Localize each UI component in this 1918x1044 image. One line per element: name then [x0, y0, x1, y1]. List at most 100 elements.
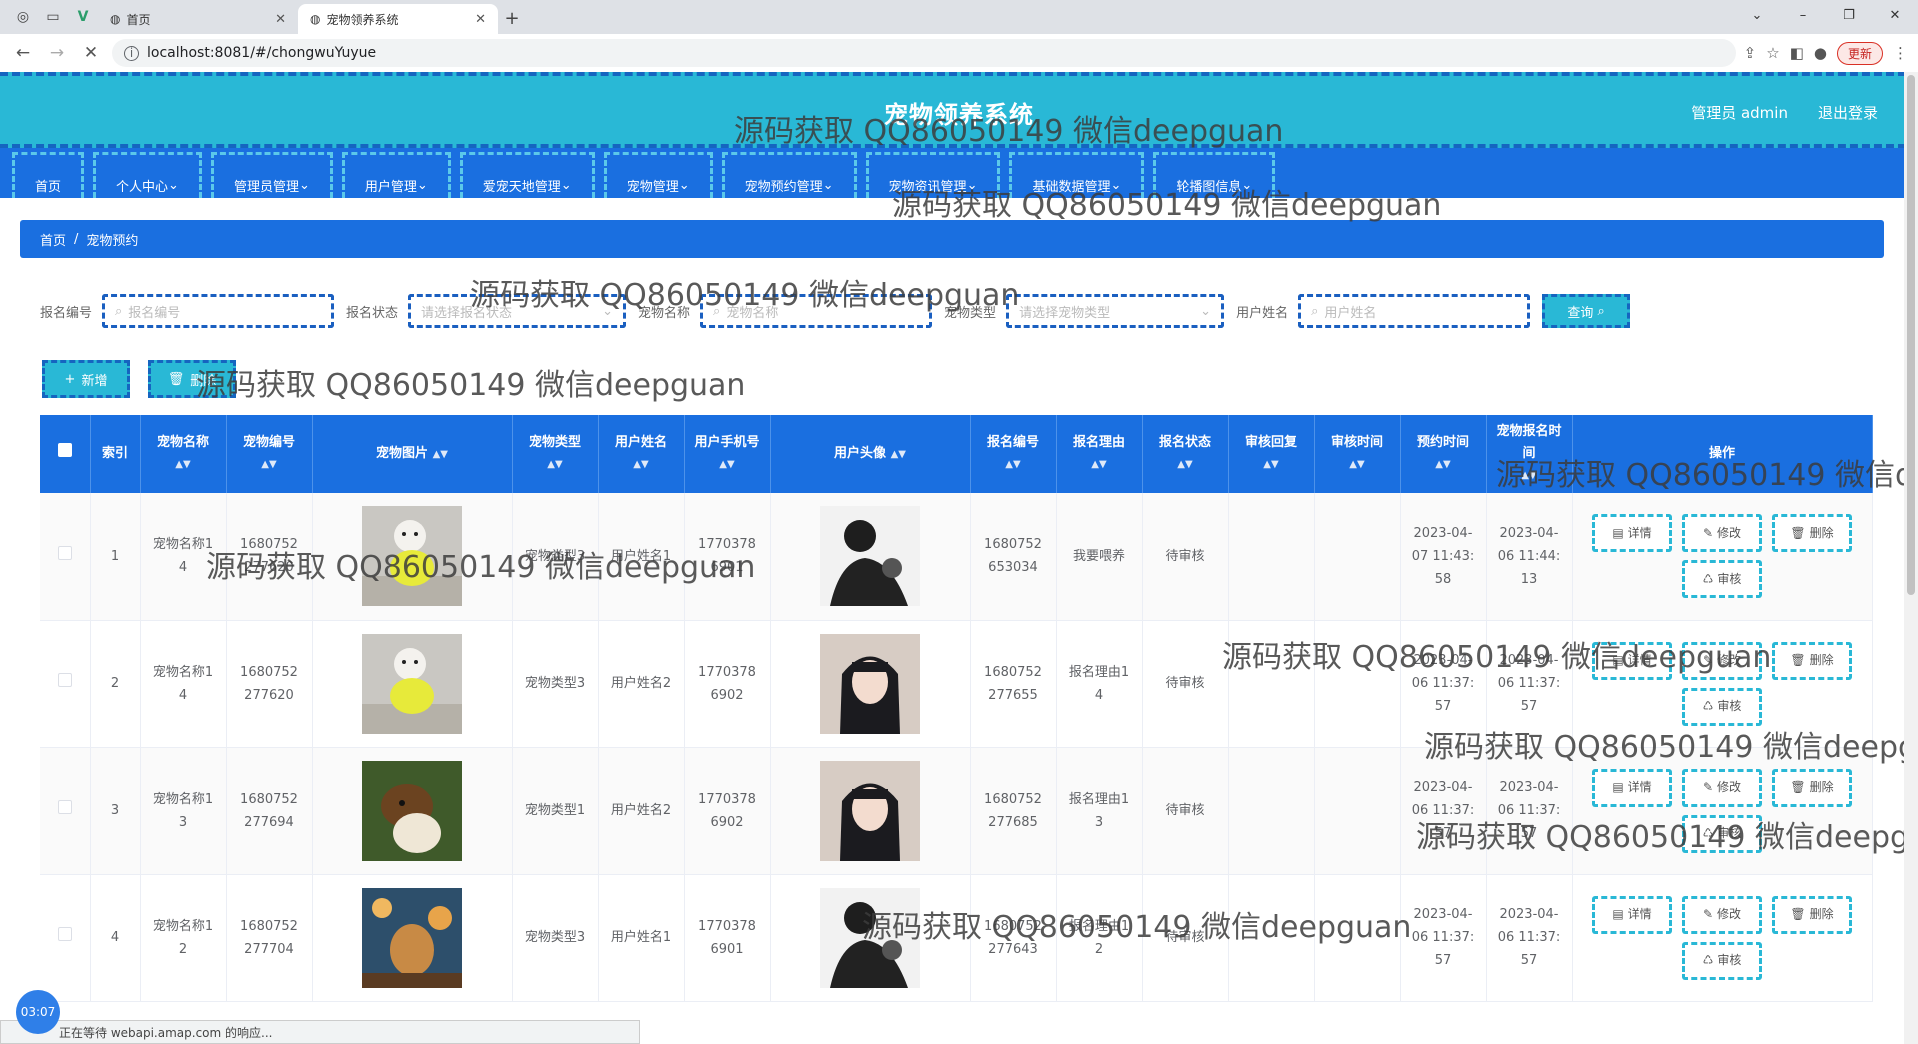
- select-all-checkbox[interactable]: [57, 443, 72, 457]
- white-dog-photo[interactable]: [362, 506, 462, 607]
- column-header[interactable]: 宠物图片 ▲▼: [312, 415, 513, 493]
- audit-button[interactable]: ♺ 审核: [1682, 560, 1762, 599]
- sort-icon[interactable]: ▲▼: [605, 454, 678, 476]
- girl-avatar[interactable]: [820, 633, 920, 734]
- column-header[interactable]: 用户姓名 ▲▼: [598, 415, 685, 493]
- sort-icon[interactable]: ▲▼: [1235, 454, 1308, 476]
- browser-icon[interactable]: ◎: [10, 4, 36, 30]
- sort-icon[interactable]: ▲▼: [519, 454, 592, 476]
- sort-icon[interactable]: ▲▼: [1321, 454, 1394, 476]
- close-icon[interactable]: ✕: [475, 12, 486, 27]
- man-avatar[interactable]: [820, 506, 920, 607]
- pet-type-select[interactable]: 请选择宠物类型 ⌄: [1006, 294, 1225, 328]
- vue-icon[interactable]: V: [70, 4, 96, 30]
- column-header[interactable]: 宠物报名时间 ▲▼: [1486, 415, 1573, 493]
- url-field[interactable]: i localhost:8081/#/chongwuYuyue: [112, 39, 1736, 67]
- new-tab-icon[interactable]: +: [498, 4, 526, 32]
- row-select[interactable]: [40, 493, 91, 621]
- column-header[interactable]: 宠物名称 ▲▼: [140, 415, 227, 493]
- detail-button[interactable]: ▤ 详情: [1592, 895, 1672, 934]
- profile-icon[interactable]: ●: [1814, 44, 1827, 62]
- row-select[interactable]: [40, 620, 91, 748]
- edit-button[interactable]: ✎ 修改: [1682, 895, 1762, 934]
- more-icon[interactable]: ⋮: [1893, 44, 1908, 62]
- collie-dog-photo[interactable]: [362, 760, 462, 861]
- column-header[interactable]: 审核时间 ▲▼: [1314, 415, 1401, 493]
- logout-link[interactable]: 退出登录: [1818, 102, 1878, 123]
- browser-tab-1[interactable]: ◍ 首页 ✕: [98, 4, 298, 34]
- row-select[interactable]: [40, 874, 91, 1002]
- info-icon[interactable]: i: [124, 45, 139, 61]
- column-header[interactable]: 预约时间 ▲▼: [1400, 415, 1487, 493]
- menu-base-data[interactable]: 基础数据管理 ⌄: [1009, 152, 1145, 198]
- close-window-icon[interactable]: ✕: [1872, 0, 1918, 30]
- edit-button[interactable]: ✎ 修改: [1682, 641, 1762, 680]
- sort-icon[interactable]: ▲▼: [1407, 454, 1480, 476]
- menu-pet-world[interactable]: 爱宠天地管理 ⌄: [459, 152, 595, 198]
- sort-icon[interactable]: ▲▼: [691, 454, 764, 476]
- column-header[interactable]: 宠物编号 ▲▼: [226, 415, 313, 493]
- share-icon[interactable]: ⇪: [1744, 44, 1757, 62]
- sort-icon[interactable]: ▲▼: [433, 449, 448, 460]
- menu-pet[interactable]: 宠物管理 ⌄: [603, 152, 713, 198]
- star-icon[interactable]: ☆: [1766, 44, 1779, 62]
- breadcrumb-home[interactable]: 首页: [40, 230, 66, 249]
- user-name-input[interactable]: ⌕ 用户姓名: [1298, 294, 1531, 328]
- edit-button[interactable]: ✎ 修改: [1682, 514, 1762, 553]
- apply-no-input[interactable]: ⌕ 报名编号: [102, 294, 335, 328]
- detail-button[interactable]: ▤ 详情: [1592, 768, 1672, 807]
- scrollbar-thumb[interactable]: [1907, 75, 1915, 595]
- sort-icon[interactable]: ▲▼: [1493, 465, 1566, 487]
- menu-home[interactable]: 首页: [12, 152, 85, 198]
- column-header[interactable]: 报名理由 ▲▼: [1056, 415, 1143, 493]
- edit-button[interactable]: ✎ 修改: [1682, 768, 1762, 807]
- stop-icon[interactable]: ✕: [78, 40, 104, 66]
- back-icon[interactable]: ←: [10, 40, 36, 66]
- forward-icon[interactable]: →: [44, 40, 70, 66]
- close-icon[interactable]: ✕: [275, 12, 286, 27]
- column-header[interactable]: 审核回复 ▲▼: [1228, 415, 1315, 493]
- column-header[interactable]: 宠物类型 ▲▼: [512, 415, 599, 493]
- column-header[interactable]: 报名状态 ▲▼: [1142, 415, 1229, 493]
- row-select[interactable]: [40, 747, 91, 875]
- delete-button[interactable]: 🗑 删除: [1772, 641, 1852, 680]
- chevron-down-icon[interactable]: ⌄: [1734, 0, 1780, 30]
- man-avatar[interactable]: [820, 887, 920, 988]
- delete-button[interactable]: 🗑 删除: [1772, 514, 1852, 553]
- white-dog-photo[interactable]: [362, 633, 462, 734]
- column-header[interactable]: 报名编号 ▲▼: [970, 415, 1057, 493]
- sort-icon[interactable]: ▲▼: [977, 454, 1050, 476]
- girl-avatar[interactable]: [820, 760, 920, 861]
- golden-dog-photo[interactable]: [362, 887, 462, 988]
- tab-search-icon[interactable]: ▭: [40, 4, 66, 30]
- row-checkbox[interactable]: [57, 800, 72, 814]
- audit-button[interactable]: ♺ 审核: [1682, 687, 1762, 726]
- menu-user[interactable]: 用户管理 ⌄: [341, 152, 451, 198]
- sort-icon[interactable]: ▲▼: [1149, 454, 1222, 476]
- menu-news[interactable]: 宠物资讯管理 ⌄: [865, 152, 1001, 198]
- row-checkbox[interactable]: [57, 673, 72, 687]
- detail-button[interactable]: ▤ 详情: [1592, 514, 1672, 553]
- add-button[interactable]: + 新增: [42, 360, 130, 398]
- audit-button[interactable]: ♺ 审核: [1682, 814, 1762, 853]
- audit-button[interactable]: ♺ 审核: [1682, 941, 1762, 980]
- pet-name-input[interactable]: ⌕ 宠物名称: [700, 294, 933, 328]
- sidebar-icon[interactable]: ◧: [1790, 44, 1804, 62]
- page-scrollbar[interactable]: [1904, 72, 1918, 1044]
- restore-icon[interactable]: ❐: [1826, 0, 1872, 30]
- column-header[interactable]: 用户手机号 ▲▼: [684, 415, 771, 493]
- menu-booking[interactable]: 宠物预约管理 ⌄: [721, 152, 857, 198]
- apply-status-select[interactable]: 请选择报名状态 ⌄: [408, 294, 627, 328]
- menu-carousel[interactable]: 轮播图信息 ⌄: [1153, 152, 1276, 198]
- menu-personal[interactable]: 个人中心 ⌄: [93, 152, 202, 198]
- minimize-icon[interactable]: –: [1780, 0, 1826, 30]
- row-checkbox[interactable]: [57, 545, 72, 560]
- sort-icon[interactable]: ▲▼: [233, 454, 306, 476]
- query-button[interactable]: 查询 ⌕: [1542, 294, 1631, 328]
- row-checkbox[interactable]: [57, 927, 72, 941]
- update-button[interactable]: 更新: [1836, 41, 1883, 65]
- column-header[interactable]: 用户头像 ▲▼: [770, 415, 971, 493]
- delete-button[interactable]: 🗑 删除: [1772, 768, 1852, 807]
- detail-button[interactable]: ▤ 详情: [1592, 641, 1672, 680]
- sort-icon[interactable]: ▲▼: [147, 454, 220, 476]
